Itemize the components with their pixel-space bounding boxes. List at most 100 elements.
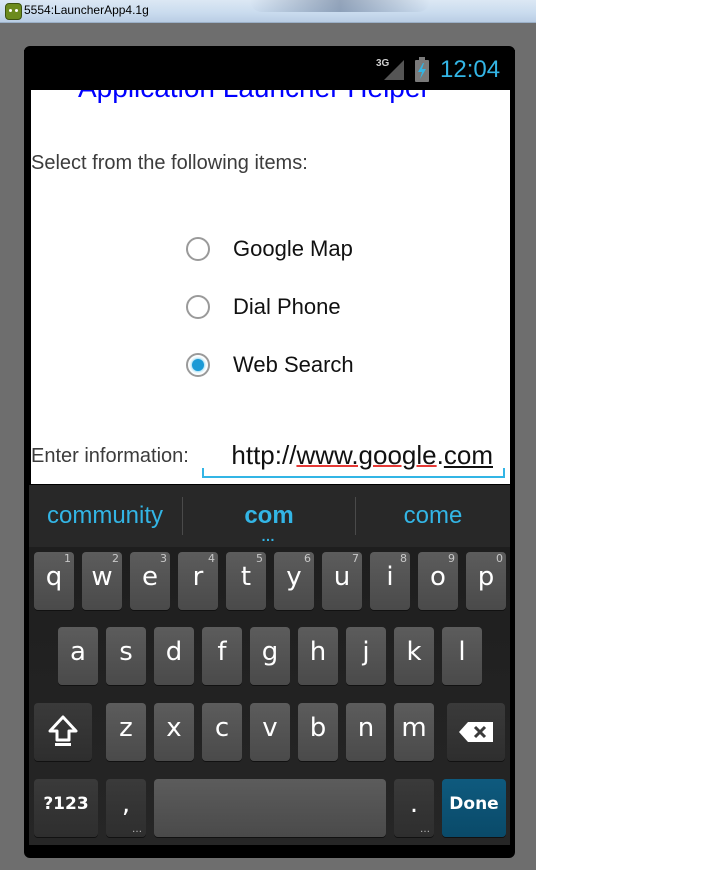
- comma-key[interactable]: ,…: [106, 779, 146, 837]
- key-label: u: [333, 562, 351, 592]
- key-g[interactable]: g: [250, 627, 290, 685]
- backspace-icon: [459, 722, 493, 742]
- key-label: d: [165, 637, 183, 667]
- key-label: l: [458, 637, 466, 667]
- key-d[interactable]: d: [154, 627, 194, 685]
- title-bar-decoration: [250, 0, 430, 12]
- radio-label: Google Map: [233, 236, 353, 261]
- key-label: b: [309, 713, 327, 743]
- key-p[interactable]: 0p: [466, 552, 506, 610]
- radio-label: Dial Phone: [233, 294, 341, 319]
- clock: 12:04: [440, 56, 501, 83]
- key-y[interactable]: 6y: [274, 552, 314, 610]
- key-label: j: [362, 637, 370, 667]
- key-b[interactable]: b: [298, 703, 338, 761]
- key-label: m: [401, 713, 427, 743]
- key-x[interactable]: x: [154, 703, 194, 761]
- app-title: Application Launcher Helper: [78, 90, 430, 104]
- key-label: g: [261, 637, 279, 667]
- key-label: q: [45, 562, 63, 592]
- radio-web-search[interactable]: Web Search: [186, 346, 446, 386]
- key-c[interactable]: c: [202, 703, 242, 761]
- suggestion-middle[interactable]: com …: [183, 485, 355, 547]
- more-keys-indicator: …: [132, 824, 142, 835]
- more-keys-indicator: …: [420, 824, 430, 835]
- key-label: p: [477, 562, 495, 592]
- suggestion-right[interactable]: come: [356, 485, 510, 547]
- key-v[interactable]: v: [250, 703, 290, 761]
- app-content: Application Launcher Helper Select from …: [31, 90, 510, 484]
- radio-google-map[interactable]: Google Map: [186, 230, 446, 270]
- key-label: w: [91, 562, 113, 592]
- input-prefix: http://: [231, 440, 297, 470]
- done-key[interactable]: Done: [442, 779, 506, 837]
- key-label: y: [286, 562, 302, 592]
- shift-key[interactable]: [34, 703, 92, 761]
- window-title-bar: 5554:LauncherApp4.1g: [0, 0, 536, 23]
- input-composing-part: com: [443, 440, 493, 470]
- key-w[interactable]: 2w: [82, 552, 122, 610]
- key-label: v: [262, 713, 278, 743]
- key-label: n: [357, 713, 375, 743]
- key-label: Done: [449, 794, 499, 814]
- more-suggestions-indicator: …: [261, 528, 277, 544]
- key-u[interactable]: 7u: [322, 552, 362, 610]
- status-bar: 3G 12:04: [24, 50, 515, 88]
- key-label: k: [406, 637, 422, 667]
- input-dot: .: [436, 440, 444, 470]
- key-s[interactable]: s: [106, 627, 146, 685]
- suggestion-middle-label: com: [244, 502, 294, 529]
- information-input[interactable]: http://www.google.com: [202, 436, 505, 478]
- key-h[interactable]: h: [298, 627, 338, 685]
- key-l[interactable]: l: [442, 627, 482, 685]
- key-e[interactable]: 3e: [130, 552, 170, 610]
- backspace-key[interactable]: [447, 703, 505, 761]
- key-label: r: [192, 562, 204, 592]
- key-label: t: [240, 562, 252, 592]
- android-icon: [5, 3, 22, 20]
- key-label: i: [386, 562, 394, 592]
- key-j[interactable]: j: [346, 627, 386, 685]
- key-label: .: [409, 789, 419, 819]
- key-label: c: [214, 713, 230, 743]
- key-f[interactable]: f: [202, 627, 242, 685]
- soft-keyboard: 1q 2w 3e 4r 5t 6y 7u 8i 9o 0p a s d f g …: [29, 547, 510, 845]
- key-t[interactable]: 5t: [226, 552, 266, 610]
- period-key[interactable]: .…: [394, 779, 434, 837]
- window-title: 5554:LauncherApp4.1g: [24, 3, 149, 17]
- key-label: o: [430, 562, 446, 592]
- battery-charging-icon: [415, 57, 429, 82]
- radio-button-unchecked[interactable]: [186, 237, 210, 261]
- key-label: z: [119, 713, 133, 743]
- key-r[interactable]: 4r: [178, 552, 218, 610]
- key-i[interactable]: 8i: [370, 552, 410, 610]
- suggestion-left[interactable]: community: [29, 485, 181, 547]
- key-o[interactable]: 9o: [418, 552, 458, 610]
- key-m[interactable]: m: [394, 703, 434, 761]
- radio-dial-phone[interactable]: Dial Phone: [186, 288, 446, 328]
- key-label: ?123: [43, 794, 89, 814]
- information-label: Enter information:: [31, 445, 189, 467]
- radio-button-unchecked[interactable]: [186, 295, 210, 319]
- signal-icon: [384, 60, 404, 80]
- key-label: a: [70, 637, 86, 667]
- information-input-value: http://www.google.com: [231, 440, 493, 471]
- key-q[interactable]: 1q: [34, 552, 74, 610]
- key-label: f: [217, 637, 227, 667]
- key-label: x: [166, 713, 182, 743]
- key-n[interactable]: n: [346, 703, 386, 761]
- radio-button-checked[interactable]: [186, 353, 210, 377]
- suggestion-strip: community com … come: [29, 485, 510, 547]
- selection-prompt: Select from the following items:: [31, 152, 308, 174]
- key-label: h: [309, 637, 327, 667]
- input-misspelled-part: www.google: [296, 440, 437, 470]
- key-z[interactable]: z: [106, 703, 146, 761]
- key-label: s: [119, 637, 133, 667]
- key-k[interactable]: k: [394, 627, 434, 685]
- radio-label: Web Search: [233, 352, 354, 377]
- shift-icon: [48, 715, 78, 746]
- symbols-key[interactable]: ?123: [34, 779, 98, 837]
- key-label: ,: [121, 789, 131, 819]
- space-key[interactable]: [154, 779, 386, 837]
- key-a[interactable]: a: [58, 627, 98, 685]
